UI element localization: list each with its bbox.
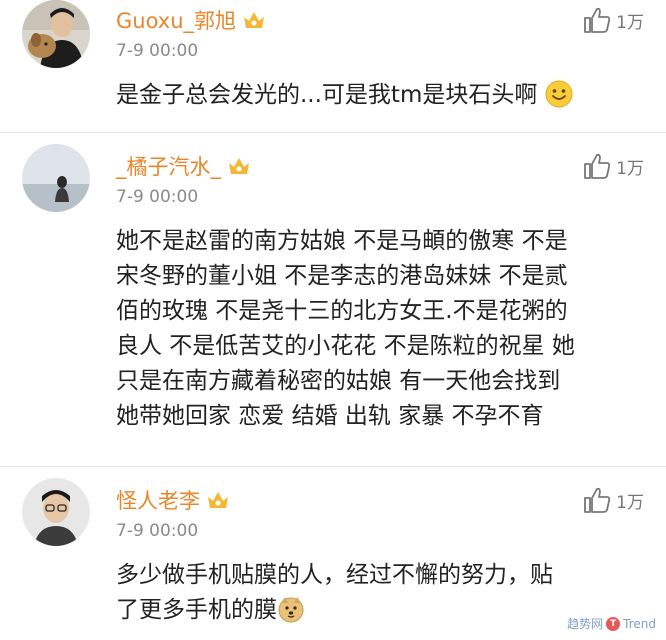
like-button[interactable]: 1万 [582, 486, 644, 514]
like-count: 1万 [616, 158, 644, 179]
comment-1: Guoxu_郭旭 7-9 00:00 1万 是金子总会发光的...可是我tm是块… [0, 0, 666, 130]
avatar[interactable] [22, 478, 90, 546]
divider [0, 466, 666, 467]
username[interactable]: 怪人老李 [116, 488, 230, 514]
avatar[interactable] [22, 144, 90, 212]
comment-3: 怪人老李 7-9 00:00 1万 多少做手机贴膜的人，经过不懈的努力，贴 了更… [0, 478, 666, 638]
watermark-brand: Trend [623, 616, 656, 631]
like-button[interactable]: 1万 [582, 6, 644, 34]
thumbs-up-icon [584, 7, 611, 33]
comment-text: 是金子总会发光的...可是我tm是块石头啊 [116, 78, 646, 113]
divider [0, 132, 666, 133]
vip-crown-icon [208, 492, 228, 508]
username[interactable]: Guoxu_郭旭 [116, 8, 266, 34]
username[interactable]: _橘子汽水_ [116, 154, 251, 180]
like-count: 1万 [616, 12, 644, 33]
comment-text: 她不是赵雷的南方姑娘 不是马頔的傲寒 不是 宋冬野的董小姐 不是李志的港岛妹妹 … [116, 228, 575, 429]
like-count: 1万 [616, 492, 644, 513]
like-button[interactable]: 1万 [582, 152, 644, 180]
trend-logo-icon: T [606, 616, 621, 631]
vip-crown-icon [229, 158, 249, 174]
comment-time: 7-9 00:00 [116, 187, 199, 207]
avatar[interactable] [22, 0, 90, 68]
vip-crown-icon [244, 12, 265, 28]
thumbs-up-icon [584, 487, 611, 513]
watermark-text: 趋势网 [567, 617, 604, 631]
smile-emoji-icon [545, 80, 573, 108]
comment-2: _橘子汽水_ 7-9 00:00 1万 她不是赵雷的南方姑娘 不是马頔的傲寒 不… [0, 144, 666, 464]
watermark: 趋势网 T Trend [567, 615, 656, 632]
thumbs-up-icon [584, 153, 611, 179]
comment-time: 7-9 00:00 [116, 521, 199, 541]
comment-time: 7-9 00:00 [116, 41, 199, 61]
doge-emoji-icon [278, 597, 304, 623]
